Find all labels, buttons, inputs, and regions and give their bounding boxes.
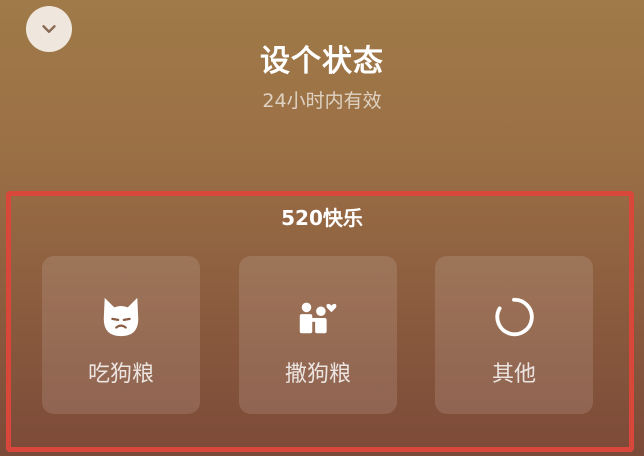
couple-heart-icon <box>295 294 341 340</box>
status-option-eat-dog-food[interactable]: 吃狗粮 <box>42 256 200 414</box>
cat-face-icon <box>98 294 144 340</box>
status-option-share-dog-food[interactable]: 撒狗粮 <box>239 256 397 414</box>
status-option-label: 其他 <box>491 362 536 387</box>
loading-circle-icon <box>491 294 537 340</box>
page-title: 设个状态 <box>260 44 384 79</box>
status-option-label: 吃狗粮 <box>87 362 154 387</box>
page-subtitle: 24小时内有效 <box>262 90 382 112</box>
status-option-label: 撒狗粮 <box>284 362 351 387</box>
section-title: 520快乐 <box>281 206 363 230</box>
status-option-other[interactable]: 其他 <box>435 256 593 414</box>
